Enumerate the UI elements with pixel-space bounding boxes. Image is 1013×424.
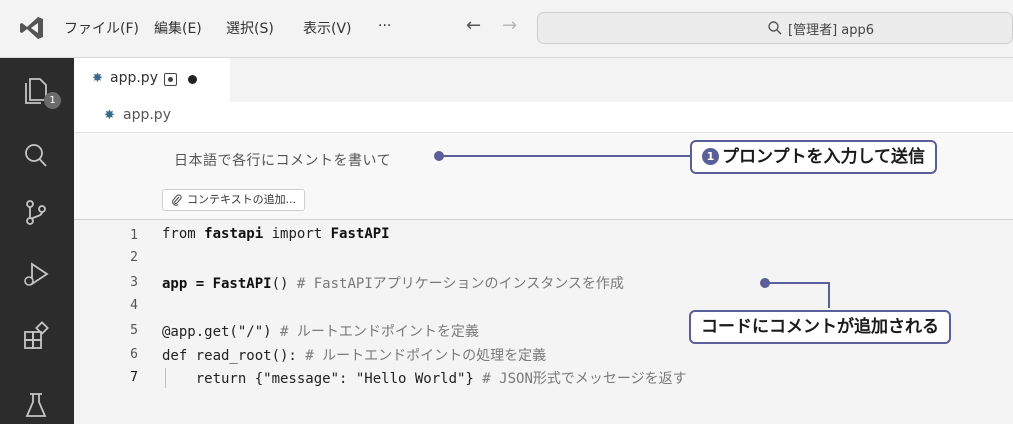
callout-text: プロンプトを入力して送信 — [722, 147, 925, 167]
callout-text: コードにコメントが追加される — [701, 317, 939, 337]
add-context-label: コンテキストの追加... — [187, 193, 297, 206]
prompt-input[interactable]: 日本語で各行にコメントを書いて — [174, 150, 391, 170]
activity-bar: 1 — [0, 58, 74, 424]
step-number: 1 — [702, 148, 719, 165]
line-number: 2 — [130, 250, 138, 265]
breadcrumb: ✸ app.py — [74, 102, 1013, 132]
line-number: 4 — [130, 298, 138, 313]
menu-selection[interactable]: 選択(S) — [226, 18, 274, 38]
testing-icon[interactable] — [20, 388, 52, 420]
python-file-icon: ✸ — [92, 71, 103, 86]
run-debug-icon[interactable] — [20, 258, 52, 290]
code-line-6: def read_root(): # ルートエンドポイントの処理を定義 — [162, 348, 547, 364]
code-line-5: @app.get("/") # ルートエンドポイントを定義 — [162, 324, 479, 340]
editor-tab-strip: ✸ app.py — [74, 58, 1013, 102]
menu-file[interactable]: ファイル(F) — [64, 18, 139, 38]
code-line-3: app = FastAPI() # FastAPIアプリケーションのインスタンス… — [162, 276, 624, 292]
command-center-search[interactable]: [管理者] app6 — [537, 12, 1013, 44]
menu-view[interactable]: 表示(V) — [303, 18, 352, 38]
explorer-badge: 1 — [44, 92, 61, 109]
callout-step-2: コードにコメントが追加される — [689, 310, 951, 344]
callout-step-1: 1 プロンプトを入力して送信 — [690, 140, 937, 174]
menu-more[interactable]: ··· — [378, 18, 391, 34]
unsaved-dot-icon[interactable] — [188, 75, 197, 84]
search-icon — [768, 21, 782, 35]
forward-button[interactable]: → — [502, 15, 517, 36]
back-button[interactable]: ← — [466, 15, 481, 36]
title-bar: ファイル(F) 編集(E) 選択(S) 表示(V) ··· ← → [管理者] … — [0, 0, 1013, 58]
paperclip-icon — [172, 194, 182, 206]
breadcrumb-filename[interactable]: app.py — [123, 107, 171, 123]
vscode-logo-icon — [20, 17, 43, 39]
tab-label: app.py — [110, 70, 158, 86]
search-label: [管理者] app6 — [788, 23, 875, 38]
preview-icon[interactable] — [164, 73, 177, 86]
tab-app-py[interactable]: ✸ app.py — [74, 58, 230, 102]
line-number: 3 — [130, 275, 138, 290]
indent-guide — [165, 368, 166, 388]
code-line-1: from fastapi import FastAPI — [162, 226, 390, 242]
menu-edit[interactable]: 編集(E) — [154, 18, 202, 38]
add-context-button[interactable]: コンテキストの追加... — [162, 189, 306, 211]
python-file-icon: ✸ — [104, 108, 115, 123]
line-number: 6 — [130, 347, 138, 362]
extensions-icon[interactable] — [20, 320, 52, 352]
search-icon[interactable] — [20, 140, 52, 172]
line-number: 1 — [130, 228, 138, 243]
source-control-icon[interactable] — [20, 196, 52, 228]
code-line-7: return {"message": "Hello World"} # JSON… — [162, 371, 687, 387]
line-number-active: 7 — [130, 370, 138, 385]
line-number: 5 — [130, 323, 138, 338]
